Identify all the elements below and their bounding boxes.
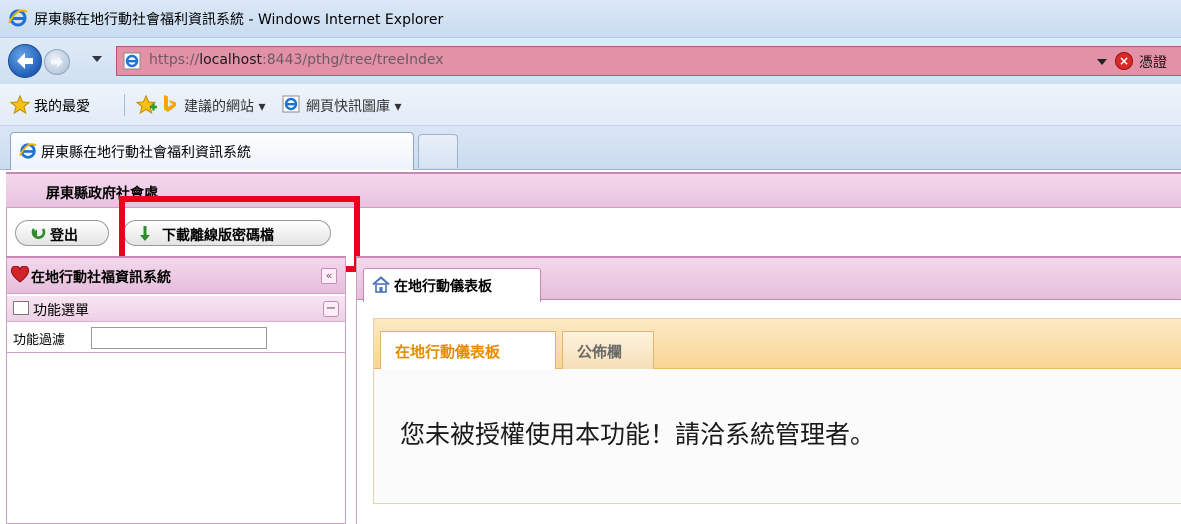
inner-tab-dashboard-label: 在地行動儀表板 bbox=[395, 343, 501, 361]
bing-icon bbox=[164, 95, 176, 112]
window-title: 屏東縣在地行動社會福利資訊系統 - Windows Internet Explo… bbox=[34, 12, 444, 28]
unauthorized-message: 您未被授權使用本功能！請洽系統管理者。 bbox=[400, 420, 876, 449]
inner-tab-bar: 在地行動儀表板 公佈欄 bbox=[374, 319, 1181, 369]
logout-label: 登出 bbox=[50, 228, 78, 244]
certificate-dropdown[interactable] bbox=[1097, 59, 1107, 65]
navigation-bar: https://localhost:8443/pthg/tree/treeInd… bbox=[0, 38, 1181, 84]
window-title-bar: 屏東縣在地行動社會福利資訊系統 - Windows Internet Explo… bbox=[0, 0, 1181, 38]
org-name: 屏東縣政府社會處 bbox=[46, 186, 158, 202]
url-text: https://localhost:8443/pthg/tree/treeInd… bbox=[149, 52, 444, 68]
toolbar-separator bbox=[124, 94, 125, 116]
favorites-bar: 我的最愛 建議的網站 ▾ 網頁快訊圖庫 ▾ bbox=[0, 84, 1181, 126]
recent-pages-dropdown[interactable] bbox=[92, 56, 102, 62]
app-toolbar: 登出 下載離線版密碼檔 bbox=[6, 208, 1181, 256]
logout-button[interactable]: 登出 bbox=[15, 220, 109, 246]
inner-tab-bulletin-label: 公佈欄 bbox=[577, 343, 623, 361]
back-arrow-icon bbox=[17, 53, 33, 69]
tab-dashboard[interactable]: 在地行動儀表板 bbox=[363, 268, 541, 302]
certificate-error-icon[interactable]: × bbox=[1115, 52, 1133, 70]
function-filter-input[interactable] bbox=[91, 327, 267, 349]
dashboard-tab-label: 在地行動儀表板 bbox=[394, 279, 492, 295]
browser-tab-title: 屏東縣在地行動社會福利資訊系統 bbox=[41, 145, 251, 161]
address-bar[interactable]: https://localhost:8443/pthg/tree/treeInd… bbox=[116, 46, 1181, 76]
collapse-panel-button[interactable]: « bbox=[321, 268, 337, 284]
menu-folder-icon bbox=[13, 301, 29, 315]
inner-tab-bulletin[interactable]: 公佈欄 bbox=[562, 331, 654, 369]
function-filter-row: 功能過濾 bbox=[7, 323, 345, 353]
inner-tab-dashboard[interactable]: 在地行動儀表板 bbox=[380, 331, 556, 369]
left-panel-title: 在地行動社福資訊系統 bbox=[31, 270, 171, 286]
favorites-button[interactable]: 我的最愛 bbox=[34, 96, 90, 116]
suggested-sites-button[interactable]: 建議的網站 ▾ bbox=[184, 96, 265, 116]
forward-button[interactable] bbox=[44, 49, 70, 75]
left-panel-header: 在地行動社福資訊系統 « bbox=[7, 258, 345, 294]
download-offline-password-button[interactable]: 下載離線版密碼檔 bbox=[123, 220, 331, 246]
tab-ie-logo-icon bbox=[19, 143, 37, 159]
certificate-error-label[interactable]: 憑證 bbox=[1139, 52, 1167, 72]
main-tab-bar: 在地行動儀表板 bbox=[357, 256, 1181, 302]
browser-tab-active[interactable]: 屏東縣在地行動社會福利資訊系統 bbox=[10, 132, 414, 170]
web-slice-ie-icon bbox=[282, 95, 300, 113]
ie-logo-icon bbox=[8, 9, 28, 27]
add-to-favorites-icon[interactable] bbox=[136, 95, 158, 115]
function-filter-label: 功能過濾 bbox=[13, 333, 66, 348]
function-menu-label: 功能選單 bbox=[33, 303, 89, 319]
download-label: 下載離線版密碼檔 bbox=[162, 228, 274, 244]
heart-icon bbox=[11, 266, 29, 283]
back-button[interactable] bbox=[8, 44, 42, 78]
app-header: 屏東縣政府社會處 bbox=[6, 172, 1181, 208]
web-slice-gallery-button[interactable]: 網頁快訊圖庫 ▾ bbox=[306, 96, 401, 116]
dashboard-content-box: 在地行動儀表板 公佈欄 您未被授權使用本功能！請洽系統管理者。 bbox=[373, 318, 1181, 504]
page-ie-icon bbox=[123, 52, 141, 70]
collapse-menu-button[interactable]: − bbox=[323, 301, 339, 317]
function-menu-header[interactable]: 功能選單 − bbox=[7, 296, 345, 322]
browser-tab-bar: 屏東縣在地行動社會福利資訊系統 bbox=[0, 126, 1181, 170]
left-navigation-panel: 在地行動社福資訊系統 « 功能選單 − 功能過濾 bbox=[6, 256, 346, 524]
new-tab-button[interactable] bbox=[418, 134, 458, 168]
forward-arrow-icon bbox=[51, 56, 63, 68]
home-icon bbox=[372, 276, 390, 293]
download-arrow-icon bbox=[140, 226, 150, 241]
logout-arrow-icon bbox=[31, 228, 46, 239]
main-content-panel: 在地行動儀表板 在地行動儀表板 公佈欄 您未被授權使用本功能！請洽系統管理者。 bbox=[356, 256, 1181, 524]
favorites-star-icon[interactable] bbox=[10, 95, 30, 115]
